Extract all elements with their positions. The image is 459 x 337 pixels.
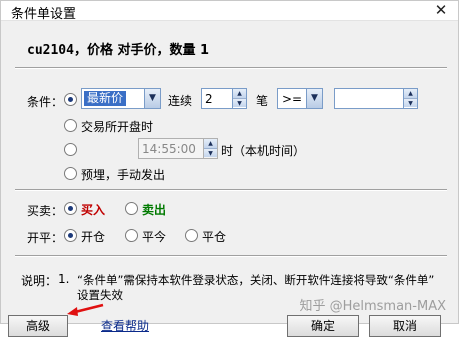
- advanced-button[interactable]: 高级: [8, 315, 68, 337]
- radio-buy[interactable]: [64, 202, 77, 215]
- count-unit-label: 笔: [256, 94, 269, 108]
- close-label: 平仓: [202, 230, 227, 244]
- open-label: 开仓: [81, 230, 106, 244]
- time-value: 14:55:00: [142, 142, 196, 156]
- radio-condition-manual[interactable]: [64, 167, 77, 180]
- divider-condition: [15, 189, 447, 191]
- order-summary: 价格 对手价，数量 1: [86, 43, 210, 58]
- close-today-label: 平今: [142, 230, 167, 244]
- radio-condition-price[interactable]: [64, 93, 77, 106]
- price-type-value: 最新价: [84, 91, 127, 106]
- operator-value: >=: [282, 92, 303, 106]
- spin-up-icon[interactable]: ▲: [233, 89, 246, 98]
- note-label: 说明：: [21, 274, 58, 288]
- spinner-buttons[interactable]: ▲ ▼: [232, 89, 246, 108]
- spin-down-icon[interactable]: ▼: [404, 98, 417, 107]
- note-number: 1.: [58, 272, 70, 286]
- window-title: 条件单设置: [11, 7, 77, 22]
- condition-label: 条件：: [27, 95, 64, 109]
- spin-down-icon[interactable]: ▼: [204, 148, 217, 157]
- title-bar: 条件单设置 ✕: [1, 1, 458, 22]
- order-dialog: 条件单设置 ✕ cu2104，价格 对手价，数量 1 条件： 最新价 ▼ 连续 …: [0, 0, 459, 337]
- radio-close-today[interactable]: [125, 229, 138, 242]
- manual-label: 预埋，手动发出: [81, 168, 166, 182]
- open-time-label: 交易所开盘时: [81, 120, 154, 134]
- side-label: 买卖：: [27, 204, 64, 218]
- divider-top: [15, 67, 447, 69]
- ok-button[interactable]: 确定: [287, 315, 359, 337]
- offset-label: 开平：: [27, 231, 64, 245]
- chevron-down-icon[interactable]: ▼: [306, 89, 322, 108]
- tick-count-value: 2: [205, 92, 213, 106]
- buy-label: 买入: [81, 203, 106, 217]
- radio-sell[interactable]: [125, 202, 138, 215]
- spin-up-icon[interactable]: ▲: [404, 89, 417, 98]
- trigger-price-input[interactable]: ▲ ▼: [334, 88, 418, 109]
- watermark: 知乎 @Helmsman-MAX: [299, 299, 446, 314]
- contract-summary: cu2104，价格 对手价，数量 1: [27, 39, 209, 58]
- divider-bottom: [15, 255, 447, 257]
- annotation-arrow-icon: [67, 303, 104, 316]
- spin-down-icon[interactable]: ▼: [233, 98, 246, 107]
- help-link[interactable]: 查看帮助: [101, 317, 149, 334]
- time-suffix-label: 时（本机时间）: [221, 144, 306, 158]
- contract-code: cu2104，: [27, 43, 87, 58]
- note-line-1: “条件单”需保持本软件登录状态，关闭、断开软件连接将导致“条件单”: [77, 273, 435, 287]
- continuous-label: 连续: [168, 94, 193, 108]
- time-spinner[interactable]: 14:55:00 ▲ ▼: [138, 138, 218, 159]
- sell-label: 卖出: [142, 203, 167, 217]
- tick-count-spinner[interactable]: 2 ▲ ▼: [201, 88, 247, 109]
- chevron-down-icon[interactable]: ▼: [144, 89, 160, 108]
- radio-condition-open[interactable]: [64, 119, 77, 132]
- radio-condition-time[interactable]: [64, 143, 77, 156]
- cancel-button[interactable]: 取消: [369, 315, 441, 337]
- spinner-buttons[interactable]: ▲ ▼: [403, 89, 417, 108]
- radio-close[interactable]: [185, 229, 198, 242]
- radio-open[interactable]: [64, 229, 77, 242]
- operator-select[interactable]: >= ▼: [277, 88, 323, 109]
- spin-up-icon[interactable]: ▲: [204, 139, 217, 148]
- close-button[interactable]: ✕: [428, 1, 454, 20]
- spinner-buttons[interactable]: ▲ ▼: [203, 139, 217, 158]
- price-type-select[interactable]: 最新价 ▼: [81, 88, 161, 109]
